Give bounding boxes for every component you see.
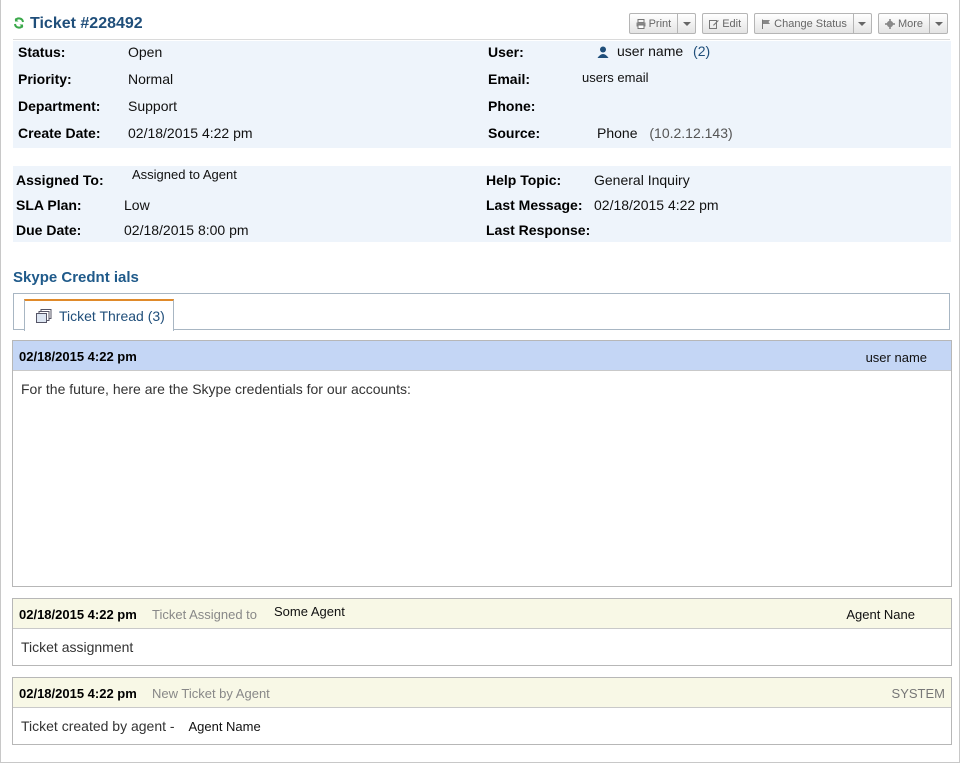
print-dropdown-button[interactable] — [678, 13, 697, 34]
thread-entry-body: Ticket created by agent - Agent Name — [13, 708, 951, 744]
thread-entry-agent: Agent Name — [188, 719, 261, 734]
ticket-toolbar: Print Edit Change Status More — [628, 13, 948, 34]
header-divider — [13, 39, 950, 40]
info-row: Priority: Normal Email: users email — [13, 70, 951, 95]
status-label: Status: — [18, 44, 66, 60]
change-status-label: Change Status — [774, 17, 847, 30]
user-ticket-count[interactable]: (2) — [693, 43, 710, 59]
last-message-value: 02/18/2015 4:22 pm — [594, 197, 719, 213]
chevron-down-icon — [858, 21, 867, 26]
priority-value: Normal — [128, 71, 174, 87]
thread-entry-date: 02/18/2015 4:22 pm — [19, 686, 137, 701]
ticket-header: Ticket #228492 — [13, 12, 143, 36]
email-label: Email: — [488, 71, 531, 87]
phone-label: Phone: — [488, 98, 536, 114]
ticket-assignment-panel: Assigned To: Assigned to Agent Help Topi… — [13, 166, 951, 242]
create-date-label: Create Date: — [18, 125, 101, 141]
thread-entry-author: Agent Nane — [846, 607, 915, 622]
user-label: User: — [488, 44, 524, 60]
thread-entry: 02/18/2015 4:22 pm Ticket Assigned to So… — [12, 598, 952, 666]
ticket-view: Ticket #228492 Print Edit Change Status … — [0, 0, 960, 763]
department-value: Support — [128, 98, 178, 114]
more-label: More — [897, 17, 923, 30]
sla-plan-value: Low — [124, 197, 150, 213]
thread-entry-header: 02/18/2015 4:22 pm Ticket Assigned to So… — [13, 599, 951, 629]
thread-entry: 02/18/2015 4:22 pm New Ticket by Agent S… — [12, 677, 952, 745]
info-row: Status: Open User: user name (2) — [13, 43, 951, 68]
due-date-label: Due Date: — [16, 222, 82, 238]
thread-icon — [36, 309, 52, 323]
thread-entry-date: 02/18/2015 4:22 pm — [19, 607, 137, 622]
edit-label: Edit — [722, 17, 742, 30]
thread-entry-title: New Ticket by Agent — [152, 686, 270, 701]
flag-icon — [762, 19, 771, 29]
user-name[interactable]: user name — [617, 43, 683, 59]
status-value: Open — [128, 44, 163, 60]
thread-entry-author: user name — [865, 350, 927, 365]
department-label: Department: — [18, 98, 101, 114]
user-value[interactable]: user name (2) — [597, 43, 710, 59]
thread-entry-header: 02/18/2015 4:22 pm New Ticket by Agent S… — [13, 678, 951, 708]
help-topic-label: Help Topic: — [486, 172, 562, 188]
source-name: Phone — [597, 125, 638, 141]
info-row: Due Date: 02/18/2015 8:00 pm Last Respon… — [13, 222, 951, 246]
thread-entry-header: 02/18/2015 4:22 pm user name — [13, 341, 951, 371]
thread-entry-title: Ticket Assigned to — [152, 607, 258, 622]
more-button-group: More — [877, 13, 948, 34]
sla-plan-label: SLA Plan: — [16, 197, 82, 213]
gear-icon — [884, 18, 895, 29]
info-row: Create Date: 02/18/2015 4:22 pm Source: … — [13, 125, 951, 149]
info-row: SLA Plan: Low Last Message: 02/18/2015 4… — [13, 197, 951, 221]
email-value: users email — [582, 70, 649, 85]
info-row: Department: Support Phone: — [13, 98, 951, 122]
last-response-label: Last Response: — [486, 222, 591, 238]
due-date-value: 02/18/2015 8:00 pm — [124, 222, 249, 238]
change-status-dropdown-button[interactable] — [853, 13, 872, 34]
edit-icon — [709, 19, 719, 29]
thread-entry-body: For the future, here are the Skype crede… — [21, 381, 411, 397]
assigned-to-value: Assigned to Agent — [132, 167, 237, 182]
print-button-group: Print — [628, 13, 697, 34]
change-status-button[interactable]: Change Status — [754, 13, 854, 34]
tab-ticket-thread[interactable]: Ticket Thread (3) — [24, 299, 174, 331]
chevron-down-icon — [682, 21, 691, 26]
print-icon — [636, 18, 646, 29]
create-date-value: 02/18/2015 4:22 pm — [128, 125, 253, 141]
more-dropdown-button[interactable] — [930, 13, 948, 34]
ticket-title[interactable]: Ticket #228492 — [30, 15, 143, 33]
thread-entry-author: SYSTEM — [891, 686, 945, 701]
assigned-to-label: Assigned To: — [16, 172, 104, 188]
thread-entry: 02/18/2015 4:22 pm user name For the fut… — [12, 340, 952, 587]
refresh-icon[interactable] — [13, 17, 25, 29]
thread-entry-date: 02/18/2015 4:22 pm — [19, 349, 137, 364]
thread-entry-assignee: Some Agent — [274, 604, 345, 619]
ticket-info-panel: Status: Open User: user name (2) Priorit… — [13, 41, 951, 148]
tab-label: Ticket Thread (3) — [59, 308, 165, 324]
more-button[interactable]: More — [877, 13, 930, 34]
last-message-label: Last Message: — [486, 197, 583, 213]
chevron-down-icon — [934, 21, 943, 26]
print-button[interactable]: Print — [628, 13, 679, 34]
priority-label: Priority: — [18, 71, 72, 87]
edit-button[interactable]: Edit — [702, 13, 749, 34]
help-topic-value: General Inquiry — [594, 172, 690, 188]
thread-entry-text: Ticket created by agent - — [21, 718, 175, 734]
tab-bar: Ticket Thread (3) — [13, 293, 950, 331]
source-ip: (10.2.12.143) — [649, 125, 733, 141]
source-label: Source: — [488, 125, 541, 141]
source-value: Phone (10.2.12.143) — [597, 125, 733, 141]
thread-entry-body: Ticket assignment — [21, 639, 134, 655]
info-row: Assigned To: Assigned to Agent Help Topi… — [13, 167, 951, 196]
change-status-button-group: Change Status — [754, 13, 872, 34]
ticket-subject: Skype Crednt ials — [13, 269, 139, 286]
user-icon — [597, 46, 609, 59]
print-label: Print — [648, 17, 672, 30]
